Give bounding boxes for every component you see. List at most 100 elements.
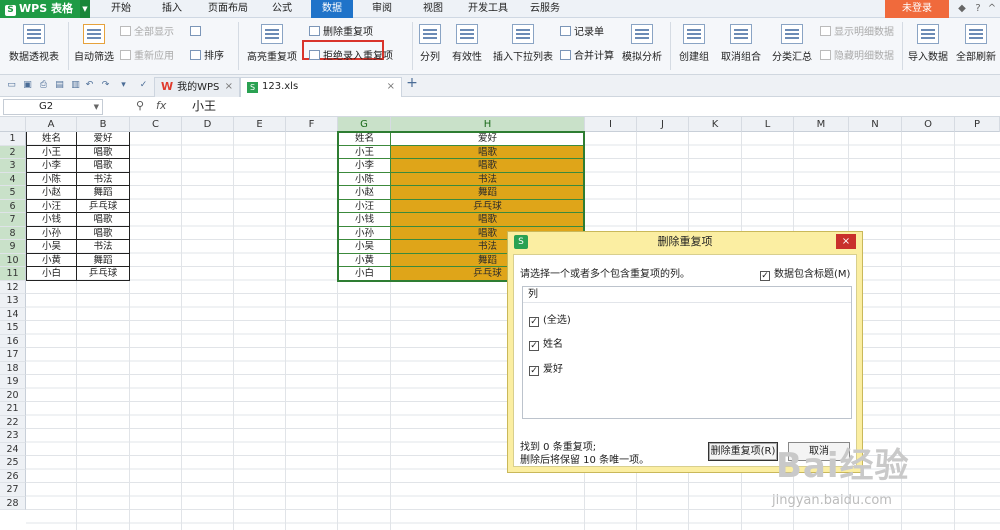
column-header-p[interactable]: P: [955, 117, 1000, 132]
row-header[interactable]: 20: [0, 388, 26, 402]
column-header-h[interactable]: H: [391, 117, 585, 132]
sort-asc-icon[interactable]: [190, 26, 204, 39]
remove-duplicates-button[interactable]: 删除重复项: [309, 26, 373, 39]
row-header[interactable]: 10: [0, 253, 26, 267]
row-header[interactable]: 3: [0, 159, 26, 173]
select-all-corner[interactable]: [0, 117, 26, 132]
split-column-button[interactable]: 分列: [416, 24, 444, 63]
row-header[interactable]: 6: [0, 199, 26, 213]
column-list[interactable]: 列 ✓ (全选) ✓ 姓名 ✓ 爱好: [522, 286, 852, 419]
skin-icon[interactable]: ◆: [956, 3, 968, 15]
undo-icon[interactable]: ↶: [84, 80, 95, 91]
select-all-item[interactable]: ✓ (全选): [529, 311, 571, 327]
row-header[interactable]: 4: [0, 172, 26, 186]
formula-input[interactable]: 小王: [192, 98, 216, 114]
highlight-duplicates-button[interactable]: 高亮重复项: [244, 24, 300, 63]
row-header[interactable]: 15: [0, 321, 26, 335]
subtotal-button[interactable]: 分类汇总: [770, 24, 814, 63]
more-icon[interactable]: ▾: [118, 80, 129, 91]
row-header[interactable]: 17: [0, 348, 26, 362]
autofilter-button[interactable]: 自动筛选: [72, 24, 116, 63]
column-header-g[interactable]: G: [338, 117, 391, 132]
tab-home[interactable]: 开始: [102, 0, 140, 18]
dialog-close-button[interactable]: ×: [836, 234, 856, 249]
import-data-button[interactable]: 导入数据: [906, 24, 950, 63]
row-header[interactable]: 5: [0, 186, 26, 200]
column-header-o[interactable]: O: [902, 117, 955, 132]
table-cell[interactable]: 小钱: [26, 213, 77, 227]
table-cell[interactable]: 唱歌: [77, 159, 130, 173]
insert-dropdown-button[interactable]: 插入下拉列表: [492, 24, 554, 63]
tab-dev-tools[interactable]: 开发工具: [462, 0, 514, 18]
tab-my-wps[interactable]: W 我的WPS ×: [154, 77, 240, 97]
row-header[interactable]: 12: [0, 280, 26, 294]
tab-insert[interactable]: 插入: [153, 0, 191, 18]
show-detail-button[interactable]: 显示明细数据: [820, 26, 894, 39]
hide-detail-button[interactable]: 隐藏明细数据: [820, 50, 894, 63]
row-header[interactable]: 18: [0, 361, 26, 375]
column-header-f[interactable]: F: [286, 117, 338, 132]
close-icon[interactable]: ×: [387, 78, 395, 96]
open-icon[interactable]: ▭: [6, 80, 17, 91]
cell-header-hobby[interactable]: 爱好: [77, 132, 130, 146]
row-header[interactable]: 1: [0, 132, 26, 146]
table-cell[interactable]: 小汪: [26, 199, 77, 213]
reapply-button[interactable]: 重新应用: [120, 50, 174, 63]
table-cell[interactable]: 小吴: [26, 240, 77, 254]
tab-123-xls[interactable]: S 123.xls ×: [240, 77, 402, 97]
table-cell[interactable]: 小李: [26, 159, 77, 173]
column-header-i[interactable]: I: [585, 117, 637, 132]
print-icon[interactable]: ⎙: [38, 80, 49, 91]
consolidate-button[interactable]: 合并计算: [560, 50, 614, 63]
fx-icon[interactable]: fx: [156, 99, 166, 112]
table-cell[interactable]: 书法: [77, 172, 130, 186]
tab-page-layout[interactable]: 页面布局: [202, 0, 254, 18]
record-form-button[interactable]: 记录单: [560, 26, 604, 39]
show-all-button[interactable]: 全部显示: [120, 26, 174, 39]
table-cell[interactable]: 小王: [26, 145, 77, 159]
row-header[interactable]: 19: [0, 375, 26, 389]
column-header-l[interactable]: L: [742, 117, 794, 132]
name-box[interactable]: G2 ▼: [3, 99, 103, 115]
column-header-j[interactable]: J: [637, 117, 689, 132]
row-header[interactable]: 22: [0, 415, 26, 429]
table-cell[interactable]: 小黄: [26, 253, 77, 267]
app-menu-button[interactable]: S WPS 表格 ▼: [0, 0, 90, 18]
column-header-b[interactable]: B: [77, 117, 130, 132]
row-header[interactable]: 27: [0, 483, 26, 497]
table-cell[interactable]: 唱歌: [77, 226, 130, 240]
row-header[interactable]: 11: [0, 267, 26, 281]
table-cell[interactable]: 乒乓球: [77, 199, 130, 213]
column-item-name[interactable]: ✓ 姓名: [529, 335, 563, 351]
row-header[interactable]: 13: [0, 294, 26, 308]
new-tab-button[interactable]: +: [406, 76, 418, 90]
tab-view[interactable]: 视图: [414, 0, 452, 18]
create-group-button[interactable]: 创建组: [676, 24, 712, 63]
save-icon[interactable]: ▣: [22, 80, 33, 91]
table-cell[interactable]: 舞蹈: [77, 253, 130, 267]
table-cell[interactable]: 舞蹈: [77, 186, 130, 200]
has-header-checkbox[interactable]: ✓ 数据包含标题(M): [760, 265, 850, 281]
redo-icon[interactable]: ↷: [100, 80, 111, 91]
row-header[interactable]: 9: [0, 240, 26, 254]
chevron-up-icon[interactable]: ^: [986, 3, 998, 15]
table-cell[interactable]: 小孙: [26, 226, 77, 240]
chevron-down-icon[interactable]: ▼: [80, 0, 90, 18]
row-header[interactable]: 24: [0, 442, 26, 456]
close-icon[interactable]: ×: [225, 78, 233, 96]
tab-review[interactable]: 审阅: [363, 0, 401, 18]
tab-formula[interactable]: 公式: [263, 0, 301, 18]
sort-button[interactable]: 排序: [190, 50, 224, 63]
row-header[interactable]: 21: [0, 402, 26, 416]
column-header-m[interactable]: M: [794, 117, 849, 132]
tab-cloud[interactable]: 云服务: [523, 0, 567, 18]
row-header[interactable]: 28: [0, 496, 26, 510]
column-item-hobby[interactable]: ✓ 爱好: [529, 360, 563, 376]
row-header[interactable]: 26: [0, 469, 26, 483]
preview-icon[interactable]: ▤: [54, 80, 65, 91]
table-cell[interactable]: 书法: [77, 240, 130, 254]
what-if-button[interactable]: 模拟分析: [620, 24, 664, 63]
table-cell[interactable]: 唱歌: [77, 213, 130, 227]
row-header[interactable]: 8: [0, 226, 26, 240]
row-header[interactable]: 14: [0, 307, 26, 321]
